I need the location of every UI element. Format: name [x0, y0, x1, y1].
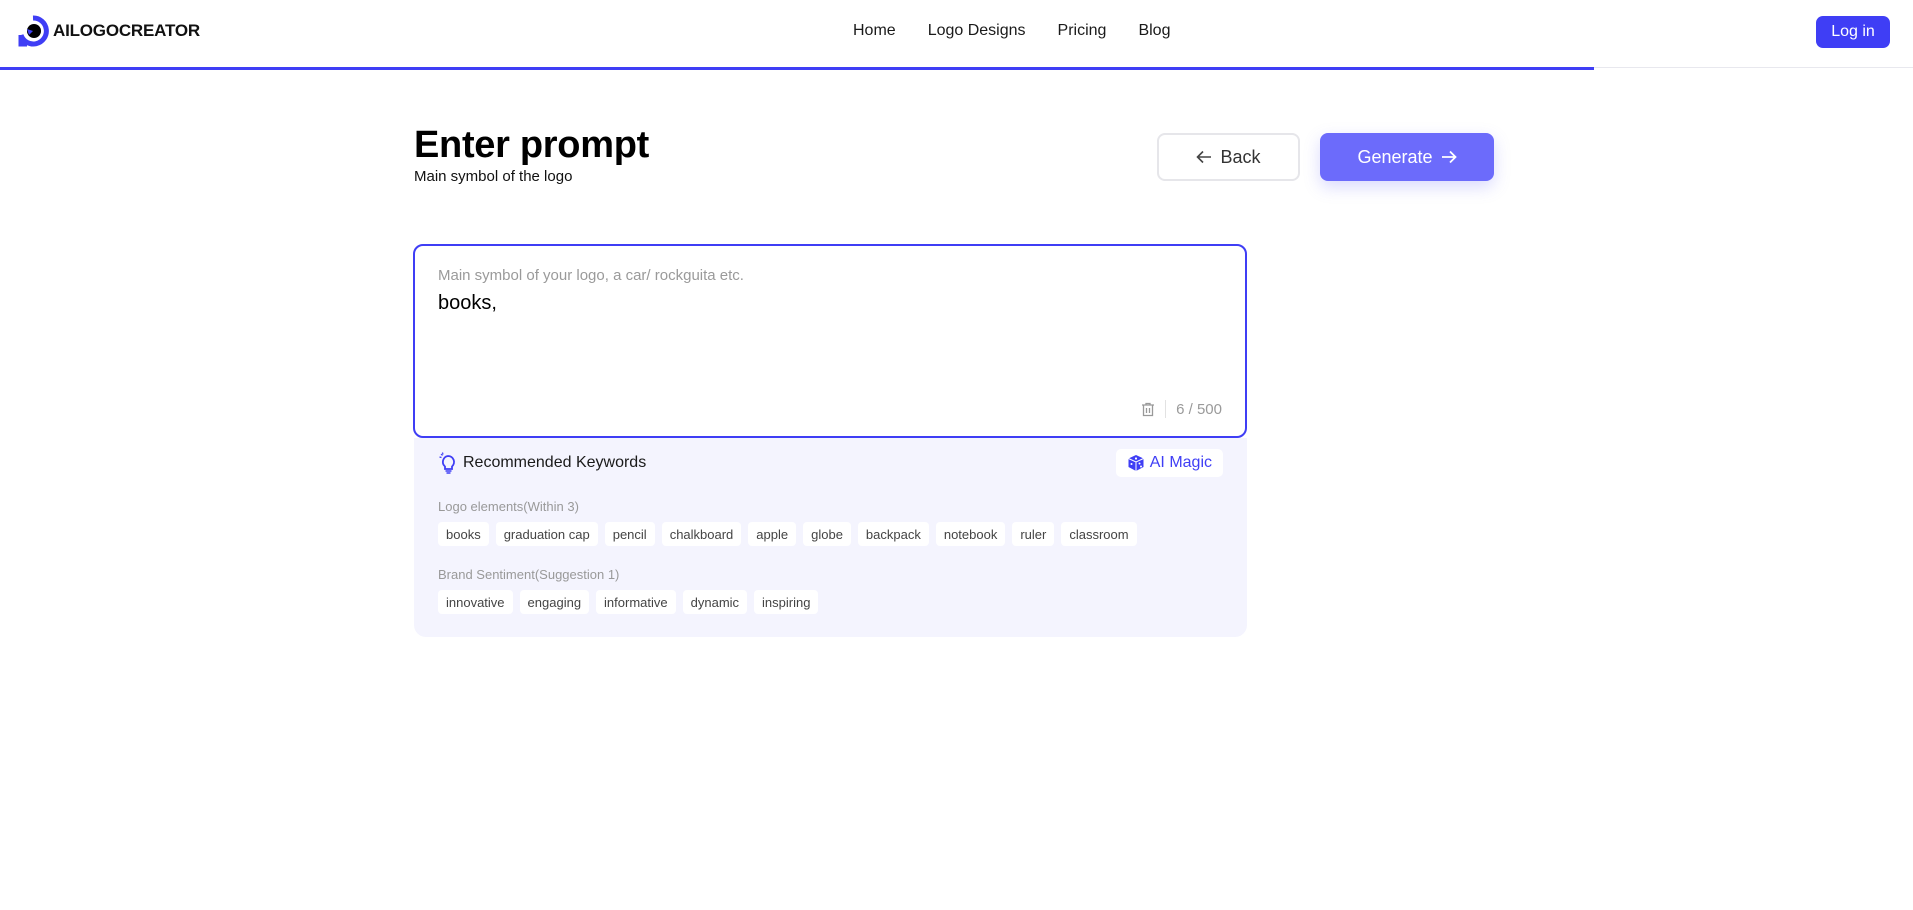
generate-button[interactable]: Generate [1320, 133, 1494, 181]
top-header: AILOGOCREATOR Home Logo Designs Pricing … [0, 0, 1913, 68]
keyword-chip[interactable]: ruler [1012, 522, 1055, 546]
dice-icon [1128, 455, 1144, 471]
logo-icon [18, 15, 49, 47]
brand-sentiment-chips: innovative engaging informative dynamic … [438, 590, 819, 614]
ai-magic-label: AI Magic [1149, 454, 1212, 471]
keyword-chip[interactable]: apple [748, 522, 797, 546]
brand-name: AILOGOCREATOR [53, 21, 200, 40]
sentiment-chip[interactable]: dynamic [682, 590, 748, 614]
step-progress-fill [0, 67, 1594, 70]
sentiment-chip[interactable]: informative [596, 590, 676, 614]
prompt-box: Main symbol of your logo, a car/ rockgui… [413, 244, 1247, 438]
main-nav: Home Logo Designs Pricing Blog [853, 22, 1170, 40]
sentiment-chip[interactable]: innovative [438, 590, 513, 614]
back-button[interactable]: Back [1157, 133, 1300, 181]
ai-magic-button[interactable]: AI Magic [1115, 449, 1223, 477]
arrow-right-icon [1441, 150, 1457, 164]
nav-pricing[interactable]: Pricing [1058, 22, 1107, 40]
keyword-chip[interactable]: notebook [935, 522, 1006, 546]
generate-label: Generate [1357, 146, 1433, 167]
keyword-chip[interactable]: globe [803, 522, 851, 546]
brand-sentiment-label: Brand Sentiment(Suggestion 1) [438, 567, 620, 582]
logo-elements-chips: books graduation cap pencil chalkboard a… [438, 522, 1137, 546]
nav-logo-designs[interactable]: Logo Designs [928, 22, 1026, 40]
nav-home[interactable]: Home [853, 22, 896, 40]
step-progress-bar [0, 67, 1913, 71]
brand-logo[interactable]: AILOGOCREATOR [17, 15, 200, 47]
footer-divider [1165, 400, 1167, 418]
nav-blog[interactable]: Blog [1138, 22, 1170, 40]
page-title: Enter prompt [414, 124, 649, 166]
keyword-chip[interactable]: classroom [1061, 522, 1137, 546]
login-button[interactable]: Log in [1816, 16, 1890, 48]
lightbulb-icon [439, 452, 455, 474]
back-label: Back [1220, 146, 1261, 167]
keyword-chip[interactable]: backpack [857, 522, 929, 546]
keywords-heading-text: Recommended Keywords [463, 454, 647, 471]
trash-icon[interactable] [1141, 402, 1155, 417]
prompt-hint: Main symbol of your logo, a car/ rockgui… [438, 267, 744, 284]
logo-elements-label: Logo elements(Within 3) [438, 499, 579, 514]
keyword-chip[interactable]: pencil [604, 522, 655, 546]
keyword-chip[interactable]: graduation cap [495, 522, 598, 546]
recommended-keywords-panel: Recommended Keywords AI Magic Logo eleme… [414, 438, 1247, 637]
page-subtitle: Main symbol of the logo [414, 168, 573, 185]
sentiment-chip[interactable]: engaging [519, 590, 590, 614]
keyword-chip[interactable]: chalkboard [661, 522, 742, 546]
sentiment-chip[interactable]: inspiring [754, 590, 819, 614]
keywords-heading: Recommended Keywords [438, 452, 646, 474]
arrow-left-icon [1196, 150, 1212, 164]
char-counter: 6 / 500 [1176, 400, 1222, 418]
keyword-chip[interactable]: books [438, 522, 489, 546]
prompt-input[interactable] [438, 292, 1218, 372]
prompt-footer: 6 / 500 [1141, 400, 1222, 418]
